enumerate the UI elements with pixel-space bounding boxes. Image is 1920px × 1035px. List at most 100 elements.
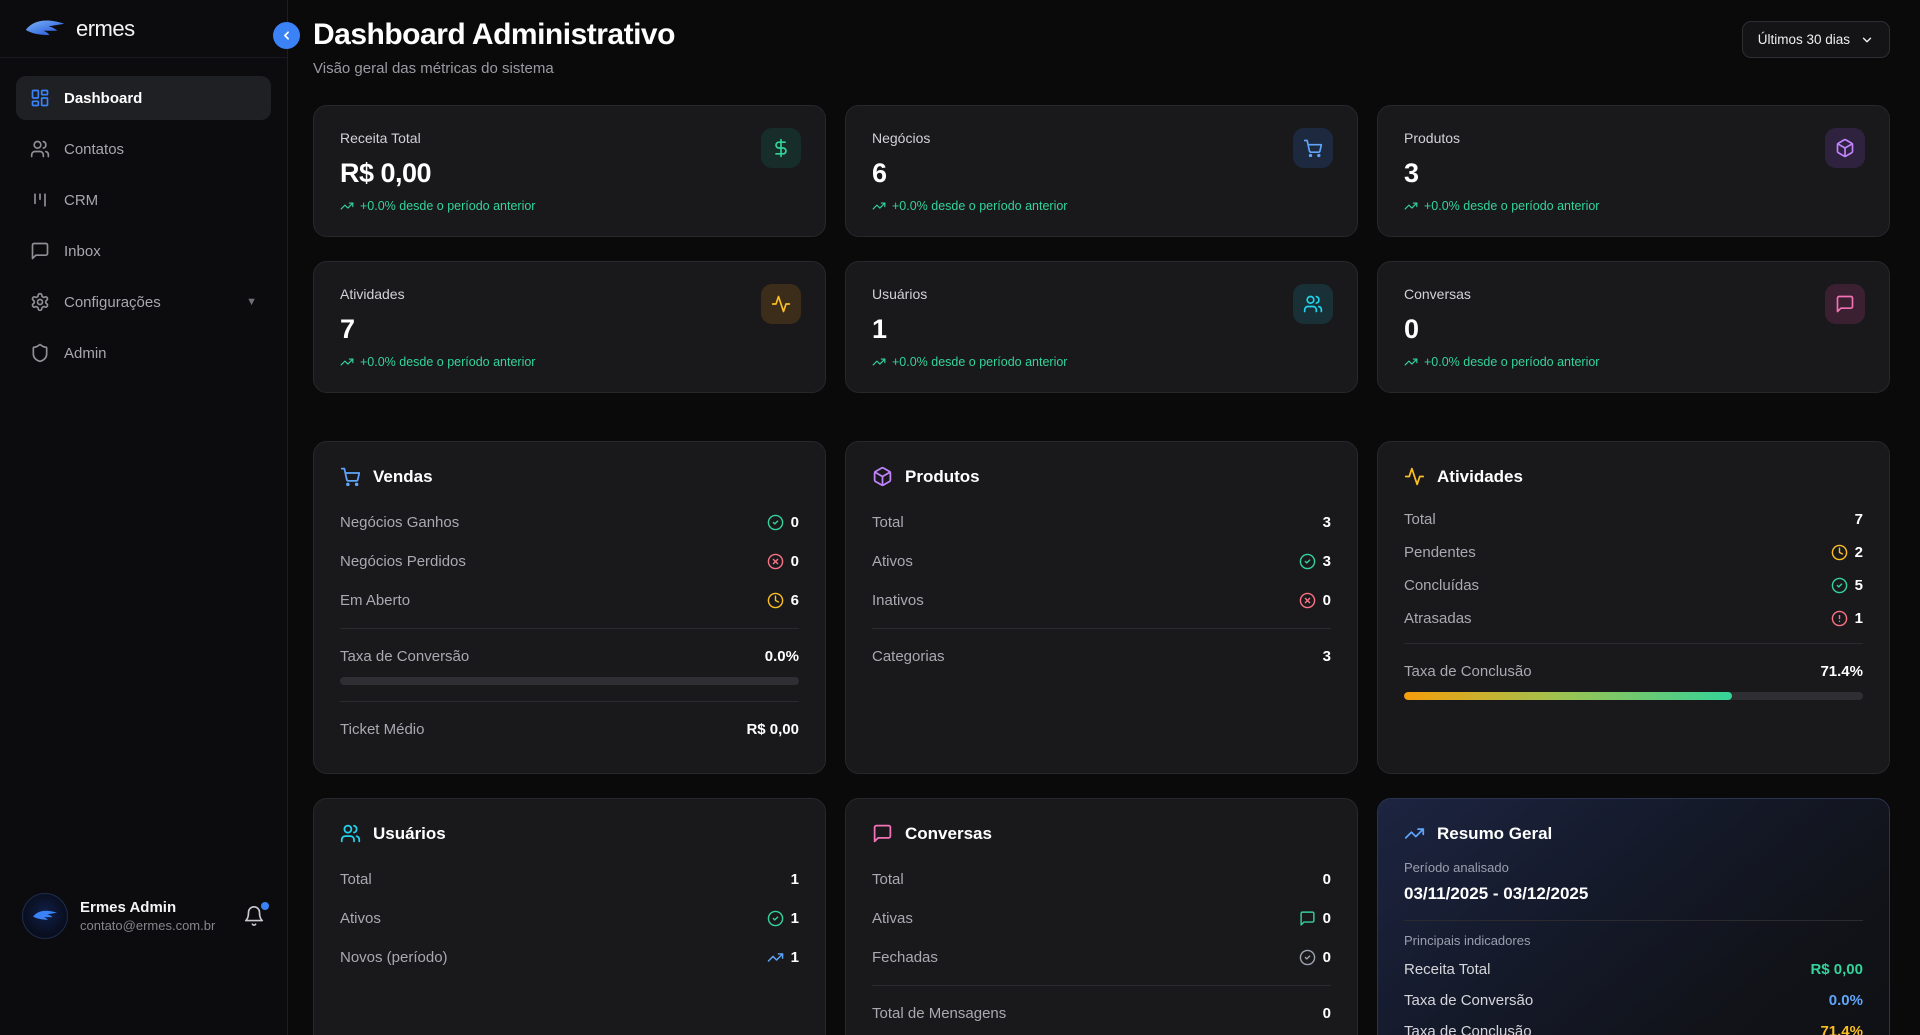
ermes-wing-icon	[24, 18, 66, 40]
sidebar-item-configuracoes[interactable]: Configurações ▼	[16, 280, 271, 324]
sidebar-item-label: Inbox	[64, 243, 101, 260]
completion-row: Taxa de Conclusão 71.4%	[1404, 652, 1863, 682]
period-value: 03/11/2025 - 03/12/2025	[1404, 884, 1863, 904]
x-circle-icon	[1299, 592, 1316, 609]
usuarios-card: Usuários Total 1 Ativos 1 Novos (período…	[313, 798, 826, 1035]
x-circle-icon	[767, 553, 784, 570]
dashboard-grid-icon	[30, 88, 50, 108]
shield-icon	[30, 343, 50, 363]
alert-circle-icon	[1831, 610, 1848, 627]
sidebar-item-crm[interactable]: CRM	[16, 178, 271, 222]
stat-card-atividades: Atividades 7 +0.0% desde o período anter…	[313, 261, 826, 393]
metric-row: Novos (período) 1	[340, 938, 799, 977]
avatar	[22, 893, 68, 939]
period-select[interactable]: Últimos 30 dias	[1742, 21, 1890, 58]
sidebar-item-contatos[interactable]: Contatos	[16, 127, 271, 171]
metric-row: Atrasadas 1	[1404, 602, 1863, 635]
page-subtitle: Visão geral das métricas do sistema	[313, 60, 675, 77]
logo: ermes	[0, 0, 287, 58]
metric-row: Concluídas 5	[1404, 569, 1863, 602]
stat-trend: +0.0% desde o período anterior	[340, 199, 799, 213]
resumo-geral-card: Resumo Geral Período analisado 03/11/202…	[1377, 798, 1890, 1035]
ticket-row: Ticket Médio R$ 0,00	[340, 710, 799, 749]
users-icon	[1293, 284, 1333, 324]
conversas-card: Conversas Total 0 Ativas 0 Fechadas 0 To…	[845, 798, 1358, 1035]
sidebar-item-dashboard[interactable]: Dashboard	[16, 76, 271, 120]
trending-up-icon	[1404, 199, 1418, 213]
metric-row: Inativos 0	[872, 581, 1331, 620]
divider	[1404, 920, 1863, 921]
card-title: Produtos	[905, 467, 980, 487]
trending-up-icon	[340, 355, 354, 369]
stat-card-negocios: Negócios 6 +0.0% desde o período anterio…	[845, 105, 1358, 237]
metric-row: Ativas 0	[872, 899, 1331, 938]
stat-value: R$ 0,00	[340, 158, 799, 189]
metric-row: Em Aberto 6	[340, 581, 799, 620]
metric-row: Total 3	[872, 503, 1331, 542]
stat-card-receita-total: Receita Total R$ 0,00 +0.0% desde o perí…	[313, 105, 826, 237]
metric-row: Negócios Ganhos 0	[340, 503, 799, 542]
sidebar-item-label: Dashboard	[64, 90, 142, 107]
logo-text: ermes	[76, 16, 135, 42]
sidebar-item-label: CRM	[64, 192, 98, 209]
cart-icon	[340, 466, 361, 487]
notifications-button[interactable]	[243, 905, 265, 927]
notification-dot	[261, 902, 269, 910]
divider	[340, 701, 799, 702]
sidebar-item-inbox[interactable]: Inbox	[16, 229, 271, 273]
vendas-card: Vendas Negócios Ganhos 0 Negócios Perdid…	[313, 441, 826, 774]
clock-icon	[1831, 544, 1848, 561]
atividades-card: Atividades Total 7 Pendentes 2 Concluída…	[1377, 441, 1890, 774]
dollar-icon	[761, 128, 801, 168]
stat-value: 6	[872, 158, 1331, 189]
user-name: Ermes Admin	[80, 899, 215, 916]
stat-card-conversas: Conversas 0 +0.0% desde o período anteri…	[1377, 261, 1890, 393]
row-spacer	[313, 405, 1890, 417]
trending-up-icon	[767, 949, 784, 966]
stat-card-produtos: Produtos 3 +0.0% desde o período anterio…	[1377, 105, 1890, 237]
clock-icon	[767, 592, 784, 609]
stat-value: 3	[1404, 158, 1863, 189]
metric-row: Total 1	[340, 860, 799, 899]
sidebar-item-admin[interactable]: Admin	[16, 331, 271, 375]
package-icon	[872, 466, 893, 487]
users-icon	[340, 823, 361, 844]
card-title: Conversas	[905, 824, 992, 844]
period-label: Período analisado	[1404, 860, 1863, 875]
metric-row: Total de Mensagens 0	[872, 994, 1331, 1033]
divider	[1404, 643, 1863, 644]
completion-progress-fill	[1404, 692, 1732, 700]
trending-up-icon	[872, 199, 886, 213]
kanban-icon	[30, 190, 50, 210]
message-icon	[1825, 284, 1865, 324]
stat-trend: +0.0% desde o período anterior	[872, 199, 1331, 213]
check-circle-icon	[767, 910, 784, 927]
users-icon	[30, 139, 50, 159]
indicator-row: Taxa de Conclusão 71.4%	[1404, 1016, 1863, 1035]
sidebar-item-label: Admin	[64, 345, 107, 362]
card-title: Vendas	[373, 467, 433, 487]
trending-up-icon	[1404, 355, 1418, 369]
cart-icon	[1293, 128, 1333, 168]
trending-up-icon	[1404, 823, 1425, 844]
activity-icon	[761, 284, 801, 324]
stat-trend: +0.0% desde o período anterior	[872, 355, 1331, 369]
check-circle-icon	[767, 514, 784, 531]
conversion-row: Taxa de Conversão 0.0%	[340, 637, 799, 667]
submenu-caret-icon: ▼	[246, 296, 257, 308]
stat-label: Usuários	[872, 286, 1331, 302]
divider	[872, 985, 1331, 986]
check-circle-icon	[1299, 553, 1316, 570]
indicator-row: Receita Total R$ 0,00	[1404, 954, 1863, 985]
produtos-card: Produtos Total 3 Ativos 3 Inativos 0 Cat…	[845, 441, 1358, 774]
sidebar-item-label: Configurações	[64, 294, 161, 311]
stat-label: Negócios	[872, 130, 1331, 146]
metric-row: Total 0	[872, 860, 1331, 899]
sidebar-collapse-button[interactable]	[273, 22, 300, 49]
card-title: Usuários	[373, 824, 446, 844]
trending-up-icon	[872, 355, 886, 369]
stat-card-usuarios: Usuários 1 +0.0% desde o período anterio…	[845, 261, 1358, 393]
user-profile[interactable]: Ermes Admin contato@ermes.com.br	[0, 871, 287, 1035]
indicator-row: Taxa de Conversão 0.0%	[1404, 985, 1863, 1016]
message-icon	[872, 823, 893, 844]
